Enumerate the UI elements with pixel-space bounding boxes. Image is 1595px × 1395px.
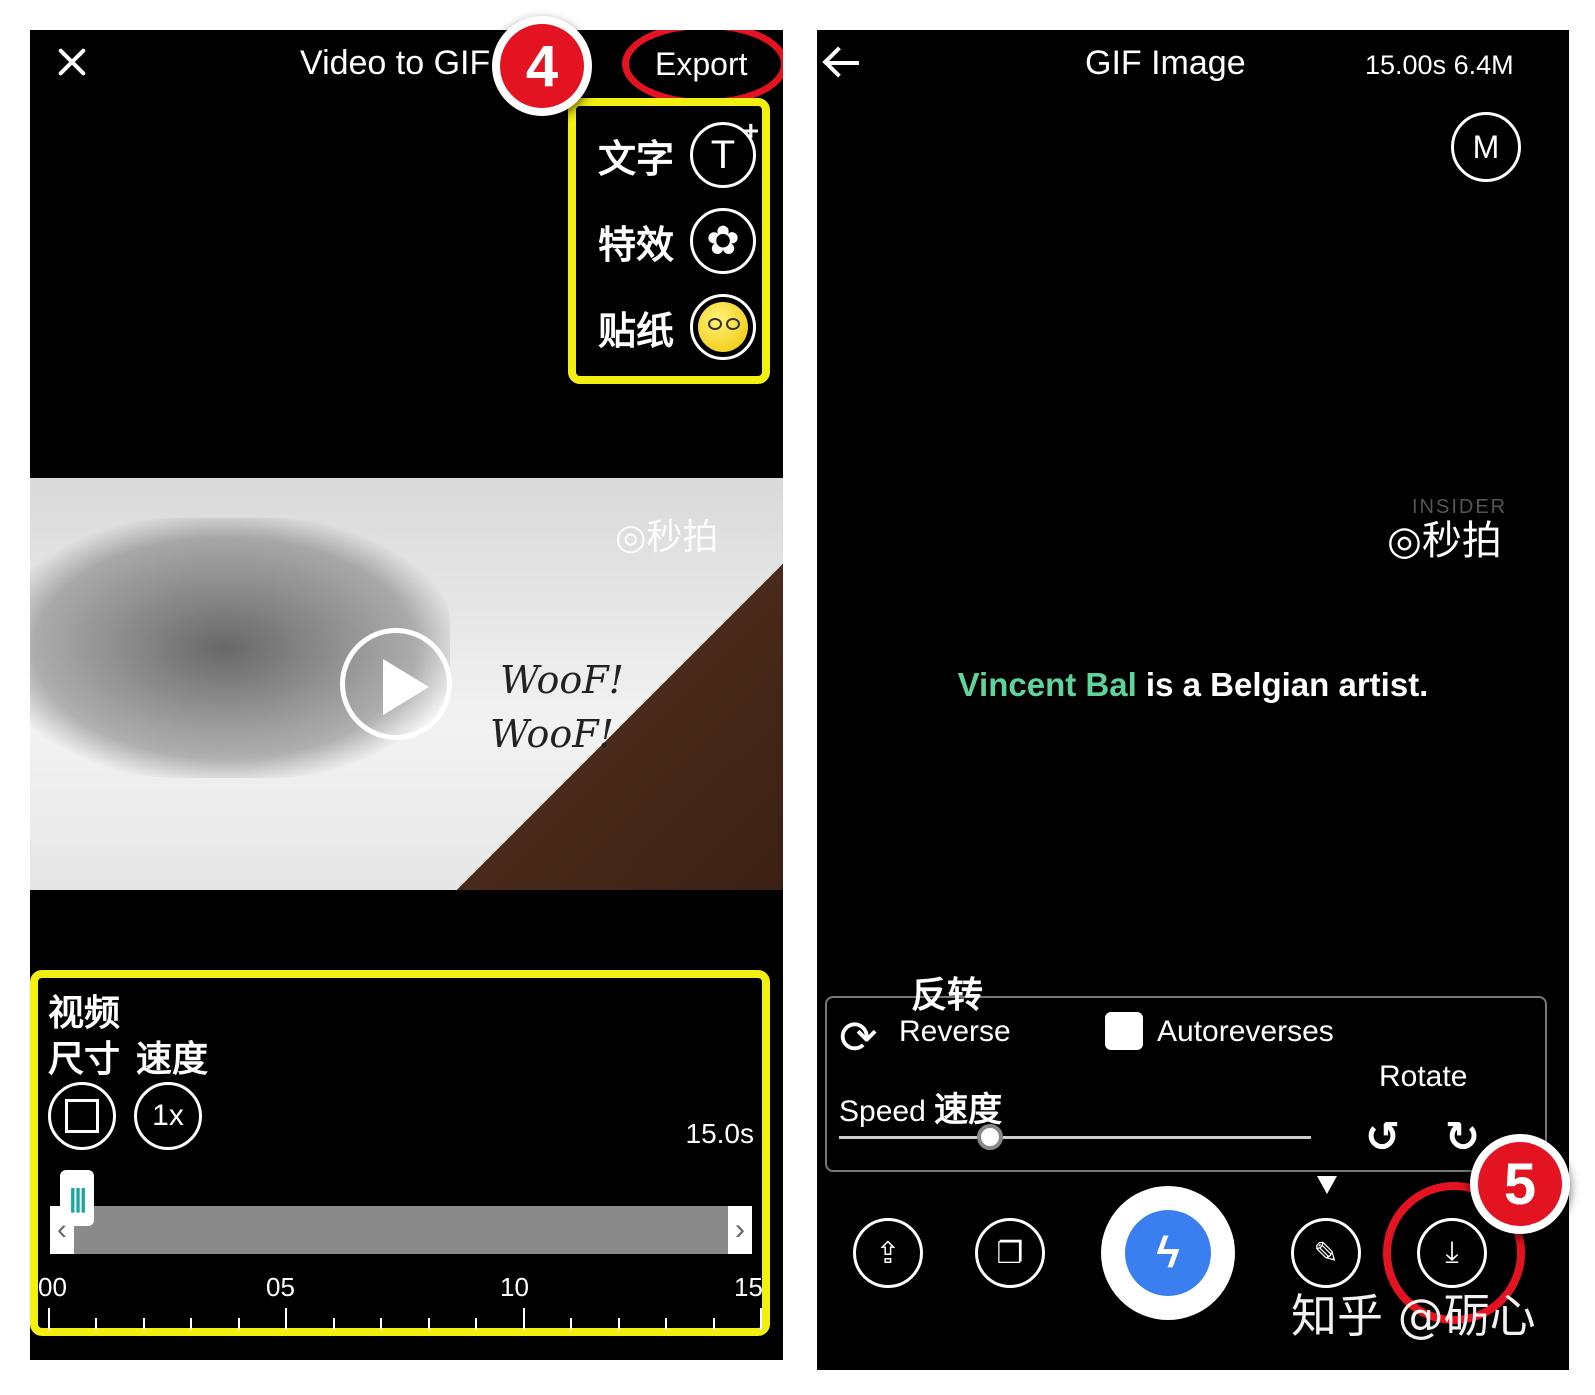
ruler-tick bbox=[190, 1318, 193, 1330]
ruler-tick bbox=[237, 1318, 240, 1330]
playhead-handle[interactable]: ||| bbox=[60, 1170, 94, 1226]
miaopai-watermark: ◎秒拍 bbox=[1387, 518, 1502, 564]
messenger-icon: ϟ bbox=[1125, 1210, 1211, 1296]
tick-label: 15 bbox=[734, 1272, 763, 1302]
ruler-tick bbox=[522, 1308, 525, 1330]
ruler-tick bbox=[760, 1308, 762, 1330]
speed-label: Speed bbox=[839, 1095, 926, 1128]
speed-slider-track[interactable] bbox=[839, 1136, 1311, 1139]
tick-label: 10 bbox=[500, 1272, 529, 1302]
screen-title: GIF Image bbox=[1085, 44, 1246, 82]
ruler-tick bbox=[617, 1318, 620, 1330]
ruler-tick bbox=[142, 1318, 145, 1330]
text-glyph: T bbox=[710, 132, 736, 177]
share-icon[interactable]: ⇪ bbox=[853, 1218, 923, 1288]
reverse-label[interactable]: Reverse bbox=[899, 1015, 1011, 1049]
splash-glyph: ✿ bbox=[706, 219, 740, 263]
label-speed: 速度 bbox=[136, 1039, 209, 1080]
tick-label: 05 bbox=[266, 1272, 295, 1302]
reverse-cn-label: 反转 bbox=[911, 975, 984, 1016]
caption-accent: Vincent Bal bbox=[957, 666, 1137, 703]
text-add-icon[interactable]: T + bbox=[690, 115, 759, 188]
close-icon[interactable] bbox=[54, 44, 90, 80]
step-4-badge: 4 bbox=[492, 16, 592, 116]
rotate-left-icon[interactable]: ↺ bbox=[1365, 1112, 1400, 1161]
tool-effect[interactable]: 特效 ✿ bbox=[598, 204, 756, 278]
back-arrow-icon[interactable] bbox=[821, 48, 861, 78]
ruler-tick bbox=[712, 1318, 715, 1330]
zhihu-watermark: 知乎 @砺心 bbox=[1291, 1289, 1536, 1343]
tool-effect-label: 特效 bbox=[598, 222, 675, 267]
speed-button[interactable]: 1x bbox=[134, 1082, 202, 1150]
timeline-ruler bbox=[48, 1308, 762, 1330]
screen-title: Video to GIF bbox=[300, 44, 491, 82]
woof-text-1: WooF! bbox=[500, 658, 624, 702]
ruler-tick bbox=[48, 1308, 50, 1330]
autoreverses-label: Autoreverses bbox=[1157, 1015, 1334, 1048]
bottom-controls-panel: 视频 尺寸 速度 1x 15.0s ‹ › ||| 00 05 10 15 bbox=[30, 970, 770, 1336]
video-to-gif-screen: Video to GIF Export 文字 T + 特效 ✿ 贴纸 WooF!… bbox=[30, 30, 783, 1360]
video-preview[interactable]: WooF! WooF! ◎秒拍 bbox=[30, 478, 783, 890]
square-icon bbox=[65, 1099, 99, 1133]
speed-slider-thumb[interactable] bbox=[977, 1124, 1004, 1150]
edit-pencil-icon[interactable]: ✎ bbox=[1291, 1218, 1361, 1288]
size-button[interactable] bbox=[48, 1082, 116, 1150]
ruler-tick bbox=[380, 1318, 383, 1330]
tool-text[interactable]: 文字 T + bbox=[598, 115, 759, 192]
plus-icon: + bbox=[742, 115, 759, 146]
frames-icon[interactable]: ❐ bbox=[975, 1218, 1045, 1288]
miaopai-watermark: ◎秒拍 bbox=[615, 517, 719, 558]
ruler-tick bbox=[285, 1308, 288, 1330]
ruler-tick bbox=[332, 1318, 335, 1330]
tool-text-label: 文字 bbox=[598, 136, 675, 181]
m-badge-button[interactable]: M bbox=[1451, 112, 1521, 182]
gif-caption: Vincent Bal is a Belgian artist. bbox=[817, 666, 1569, 704]
reverse-icon[interactable]: ⟳ bbox=[839, 1010, 878, 1064]
duration-label: 15.0s bbox=[685, 1118, 755, 1149]
messenger-button[interactable]: ϟ bbox=[1101, 1186, 1235, 1320]
ruler-tick bbox=[95, 1318, 98, 1330]
speed-label-row: Speed 速度 bbox=[839, 1082, 1002, 1131]
ruler-tick bbox=[427, 1318, 430, 1330]
export-button[interactable]: Export bbox=[655, 46, 747, 83]
gif-image-screen: GIF Image 15.00s 6.4M M INSIDER ◎秒拍 Vinc… bbox=[817, 30, 1569, 1370]
tool-sticker-label: 贴纸 bbox=[598, 308, 675, 353]
tick-label: 00 bbox=[38, 1272, 67, 1302]
label-video: 视频 bbox=[48, 993, 121, 1034]
timeline-track[interactable] bbox=[52, 1206, 752, 1254]
ruler-tick bbox=[475, 1318, 478, 1330]
tool-sticker[interactable]: 贴纸 bbox=[598, 290, 756, 364]
rotate-right-icon[interactable]: ↻ bbox=[1445, 1112, 1480, 1161]
ruler-tick bbox=[570, 1318, 573, 1330]
ruler-tick bbox=[665, 1318, 668, 1330]
woof-text-2: WooF! bbox=[490, 712, 614, 756]
autoreverses-checkbox[interactable] bbox=[1105, 1012, 1143, 1050]
tool-panel: 文字 T + 特效 ✿ 贴纸 bbox=[568, 98, 770, 384]
step-5-badge: 5 bbox=[1470, 1134, 1570, 1234]
rotate-label: Rotate bbox=[1379, 1060, 1468, 1093]
effect-splash-icon[interactable]: ✿ bbox=[690, 208, 756, 274]
emoji-face-icon bbox=[698, 302, 748, 352]
gif-meta: 15.00s 6.4M bbox=[1365, 50, 1514, 80]
caption-rest: is a Belgian artist. bbox=[1136, 666, 1429, 703]
play-icon[interactable] bbox=[340, 628, 452, 740]
sticker-emoji-icon[interactable] bbox=[690, 294, 756, 360]
pointer-triangle-icon bbox=[1317, 1176, 1337, 1194]
trim-right-handle[interactable]: › bbox=[728, 1206, 752, 1254]
label-size: 尺寸 bbox=[48, 1039, 121, 1080]
